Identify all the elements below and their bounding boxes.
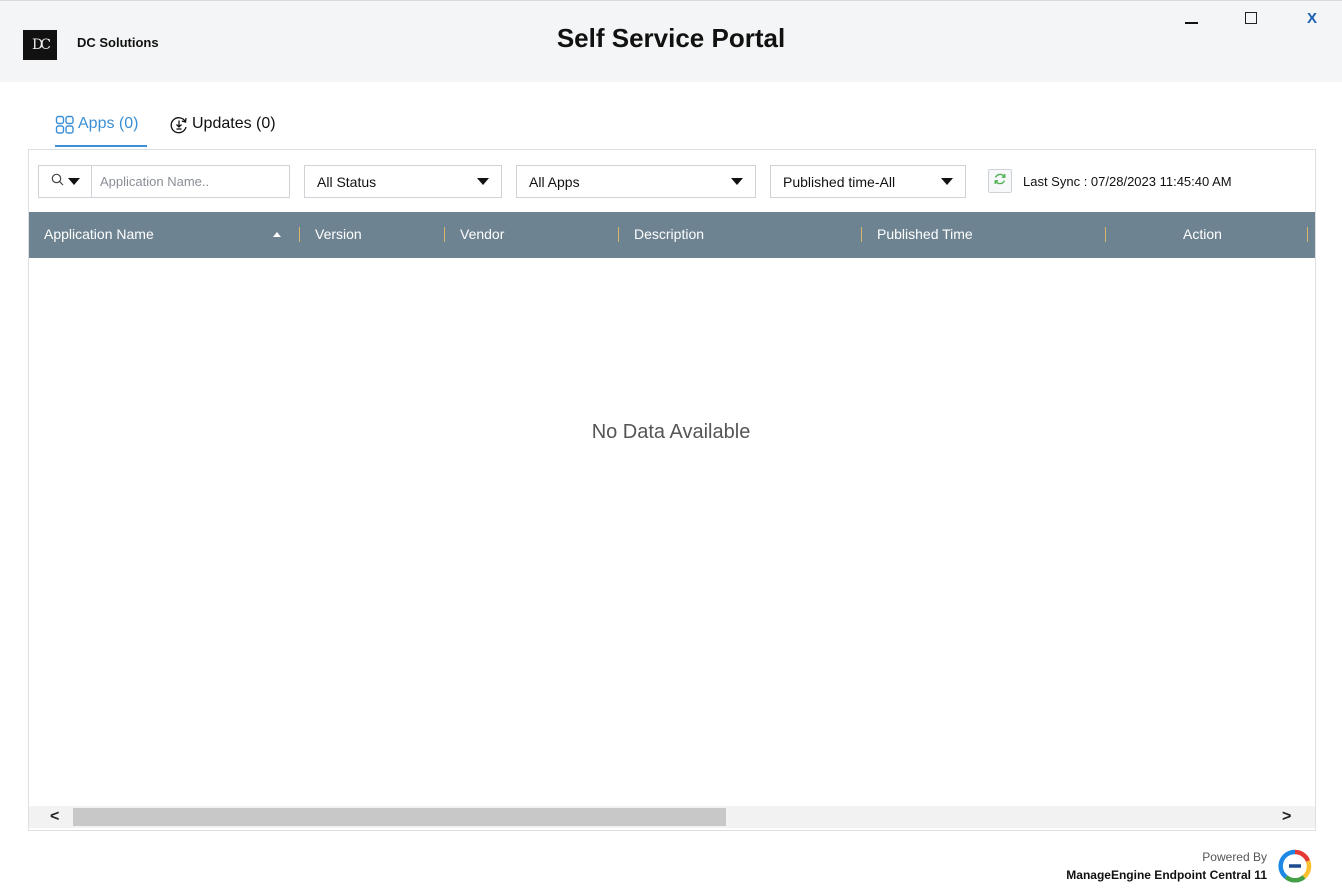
search-icon [51, 173, 64, 191]
sort-ascending-icon[interactable] [273, 232, 281, 237]
powered-by-label: Powered By [1202, 850, 1267, 864]
refresh-icon [993, 172, 1007, 191]
column-divider[interactable] [1105, 227, 1106, 242]
published-time-dropdown[interactable]: Published time-All [770, 165, 966, 198]
status-dropdown[interactable]: All Status [304, 165, 502, 198]
scroll-left-arrow[interactable]: < [50, 808, 59, 826]
manageengine-logo-icon [1278, 849, 1312, 883]
scrollbar-thumb[interactable] [73, 808, 726, 826]
page-title-text: Self Service Portal [556, 23, 786, 53]
tab-updates[interactable]: Updates (0) [169, 115, 276, 147]
empty-state-message: No Data Available [591, 421, 751, 443]
minimize-button[interactable] [1179, 7, 1203, 29]
chevron-down-icon [731, 178, 743, 185]
column-header-vendor[interactable]: Vendor [460, 226, 504, 242]
search-scope-button[interactable] [39, 166, 92, 197]
apps-dropdown-value: All Apps [529, 173, 580, 190]
search-input[interactable] [92, 166, 289, 197]
status-dropdown-value: All Status [317, 173, 377, 190]
tab-apps-label: Apps (0) [78, 115, 139, 132]
minimize-icon [1184, 22, 1198, 24]
column-header-published-time[interactable]: Published Time [877, 226, 973, 242]
column-header-version[interactable]: Version [315, 226, 362, 242]
column-divider[interactable] [618, 227, 619, 242]
chevron-down-icon [477, 178, 489, 185]
horizontal-scrollbar[interactable]: < > [29, 806, 1315, 828]
sync-button[interactable] [988, 169, 1012, 193]
chevron-down-icon [67, 178, 80, 185]
updates-icon [169, 115, 189, 135]
tab-updates-label: Updates (0) [192, 115, 276, 132]
maximize-icon [1245, 12, 1257, 24]
column-header-application-name[interactable]: Application Name [44, 226, 154, 242]
apps-grid-icon [55, 115, 75, 135]
maximize-button[interactable] [1239, 7, 1263, 29]
chevron-down-icon [941, 178, 953, 185]
tab-apps[interactable]: Apps (0) [55, 115, 147, 147]
close-button[interactable]: X [1300, 7, 1324, 29]
company-logo: DC [23, 30, 57, 60]
column-divider[interactable] [1307, 227, 1308, 242]
column-header-description[interactable]: Description [634, 226, 704, 242]
scroll-right-arrow[interactable]: > [1282, 808, 1291, 826]
column-header-action[interactable]: Action [1183, 226, 1222, 242]
column-divider[interactable] [299, 227, 300, 242]
column-divider[interactable] [861, 227, 862, 242]
product-name: ManageEngine Endpoint Central 11 [1066, 868, 1267, 882]
apps-dropdown[interactable]: All Apps [516, 165, 756, 198]
search-box [38, 165, 290, 198]
title-bar: DC DC Solutions Self Service Portal X [0, 0, 1342, 82]
company-name: DC Solutions [77, 35, 159, 50]
published-time-dropdown-value: Published time-All [783, 173, 896, 190]
table-header: Application Name Version Vendor Descript… [29, 212, 1315, 258]
page-title: Self Service Portal [0, 23, 1342, 54]
logo-text: DC [32, 37, 51, 53]
last-sync-text: Last Sync : 07/28/2023 11:45:40 AM [1023, 174, 1232, 189]
column-divider[interactable] [444, 227, 445, 242]
